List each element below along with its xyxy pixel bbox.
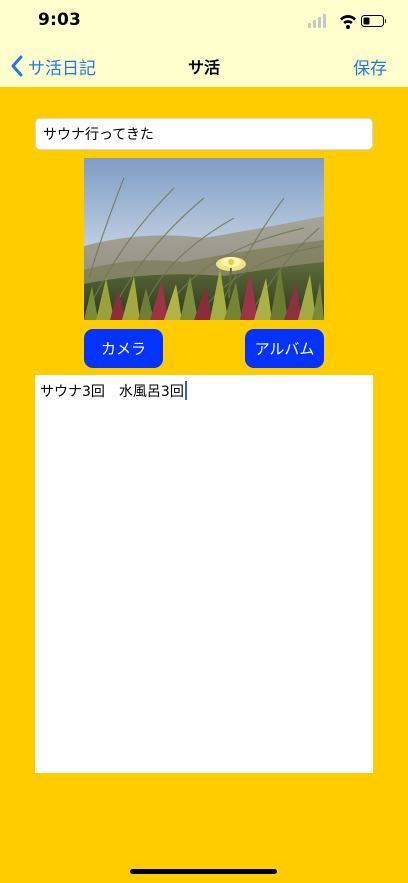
album-button[interactable]: アルバム xyxy=(245,329,324,368)
battery-icon xyxy=(361,15,386,27)
signal-icon xyxy=(308,14,326,28)
title-input[interactable] xyxy=(35,118,373,150)
home-indicator[interactable] xyxy=(130,869,277,874)
status-time: 9:03 xyxy=(38,10,82,30)
camera-button[interactable]: カメラ xyxy=(84,329,163,368)
photo-image xyxy=(84,158,324,320)
page-title: サ活 xyxy=(187,58,220,77)
text-cursor xyxy=(184,381,187,400)
save-button[interactable]: 保存 xyxy=(353,54,387,79)
wifi-icon xyxy=(340,15,356,29)
memo-text: サウナ3回 水風呂3回 xyxy=(40,384,184,400)
memo-textarea[interactable]: サウナ3回 水風呂3回 xyxy=(35,375,373,773)
status-icons xyxy=(308,14,386,29)
navigation-bar: 9:03 サ活日記 サ活 保存 xyxy=(0,0,408,87)
